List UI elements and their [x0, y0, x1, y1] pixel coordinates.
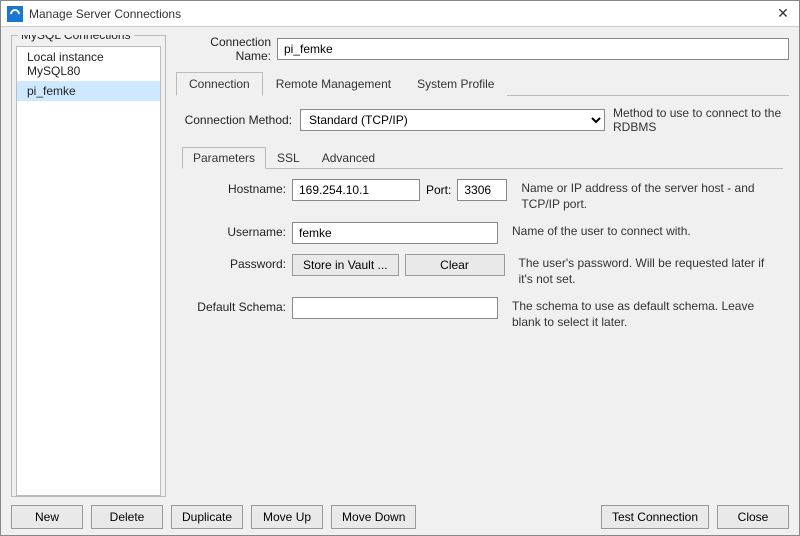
subtab-ssl[interactable]: SSL	[266, 147, 311, 169]
move-up-button[interactable]: Move Up	[251, 505, 323, 529]
username-input[interactable]	[292, 222, 498, 244]
main-area: MySQL Connections Local instance MySQL80…	[11, 35, 789, 497]
connection-method-row: Connection Method: Standard (TCP/IP) Met…	[182, 106, 783, 134]
username-help: Name of the user to connect with.	[504, 222, 779, 240]
tab-connection[interactable]: Connection	[176, 72, 263, 96]
password-help: The user's password. Will be requested l…	[511, 254, 780, 287]
tab-system-profile[interactable]: System Profile	[404, 72, 507, 96]
hostname-help: Name or IP address of the server host - …	[513, 179, 779, 212]
detail-pane: Connection Name: Connection Remote Manag…	[176, 35, 789, 497]
username-row: Username: Name of the user to connect wi…	[186, 222, 779, 244]
parameters-body: Hostname: Port: Name or IP address of th…	[182, 169, 783, 491]
connection-name-row: Connection Name:	[176, 35, 789, 63]
connection-name-label: Connection Name:	[176, 35, 271, 63]
port-label: Port:	[426, 183, 451, 197]
app-icon	[7, 6, 23, 22]
hostname-row: Hostname: Port: Name or IP address of th…	[186, 179, 779, 212]
list-item[interactable]: Local instance MySQL80	[17, 47, 160, 81]
hostname-input[interactable]	[292, 179, 420, 201]
subtab-advanced[interactable]: Advanced	[311, 147, 386, 169]
clear-password-button[interactable]: Clear	[405, 254, 505, 276]
new-button[interactable]: New	[11, 505, 83, 529]
connections-list[interactable]: Local instance MySQL80 pi_femke	[16, 46, 161, 496]
connection-method-help: Method to use to connect to the RDBMS	[613, 106, 783, 134]
password-label: Password:	[186, 254, 286, 271]
password-row: Password: Store in Vault ... Clear The u…	[186, 254, 779, 287]
titlebar: Manage Server Connections ✕	[1, 1, 799, 27]
main-tabs: Connection Remote Management System Prof…	[176, 71, 789, 96]
list-item[interactable]: pi_femke	[17, 81, 160, 101]
window-title: Manage Server Connections	[29, 7, 773, 21]
connection-name-input[interactable]	[277, 38, 789, 60]
hostname-label: Hostname:	[186, 179, 286, 196]
connections-group-label: MySQL Connections	[18, 35, 134, 42]
connections-group: MySQL Connections Local instance MySQL80…	[11, 35, 166, 497]
default-schema-label: Default Schema:	[186, 297, 286, 314]
footer-buttons: New Delete Duplicate Move Up Move Down T…	[11, 497, 789, 529]
manage-connections-window: Manage Server Connections ✕ MySQL Connec…	[0, 0, 800, 536]
sub-tabs: Parameters SSL Advanced	[182, 146, 783, 169]
default-schema-row: Default Schema: The schema to use as def…	[186, 297, 779, 330]
username-label: Username:	[186, 222, 286, 239]
close-button[interactable]: Close	[717, 505, 789, 529]
default-schema-input[interactable]	[292, 297, 498, 319]
close-icon[interactable]: ✕	[773, 5, 793, 22]
sidebar: MySQL Connections Local instance MySQL80…	[11, 35, 166, 497]
test-connection-button[interactable]: Test Connection	[601, 505, 709, 529]
connection-method-label: Connection Method:	[182, 113, 292, 127]
subtab-parameters[interactable]: Parameters	[182, 147, 266, 169]
delete-button[interactable]: Delete	[91, 505, 163, 529]
move-down-button[interactable]: Move Down	[331, 505, 416, 529]
tab-remote-management[interactable]: Remote Management	[263, 72, 404, 96]
port-input[interactable]	[457, 179, 507, 201]
connection-tab-body: Connection Method: Standard (TCP/IP) Met…	[176, 96, 789, 497]
store-in-vault-button[interactable]: Store in Vault ...	[292, 254, 399, 276]
content-area: MySQL Connections Local instance MySQL80…	[1, 27, 799, 535]
duplicate-button[interactable]: Duplicate	[171, 505, 243, 529]
default-schema-help: The schema to use as default schema. Lea…	[504, 297, 779, 330]
connection-method-select[interactable]: Standard (TCP/IP)	[300, 109, 605, 131]
